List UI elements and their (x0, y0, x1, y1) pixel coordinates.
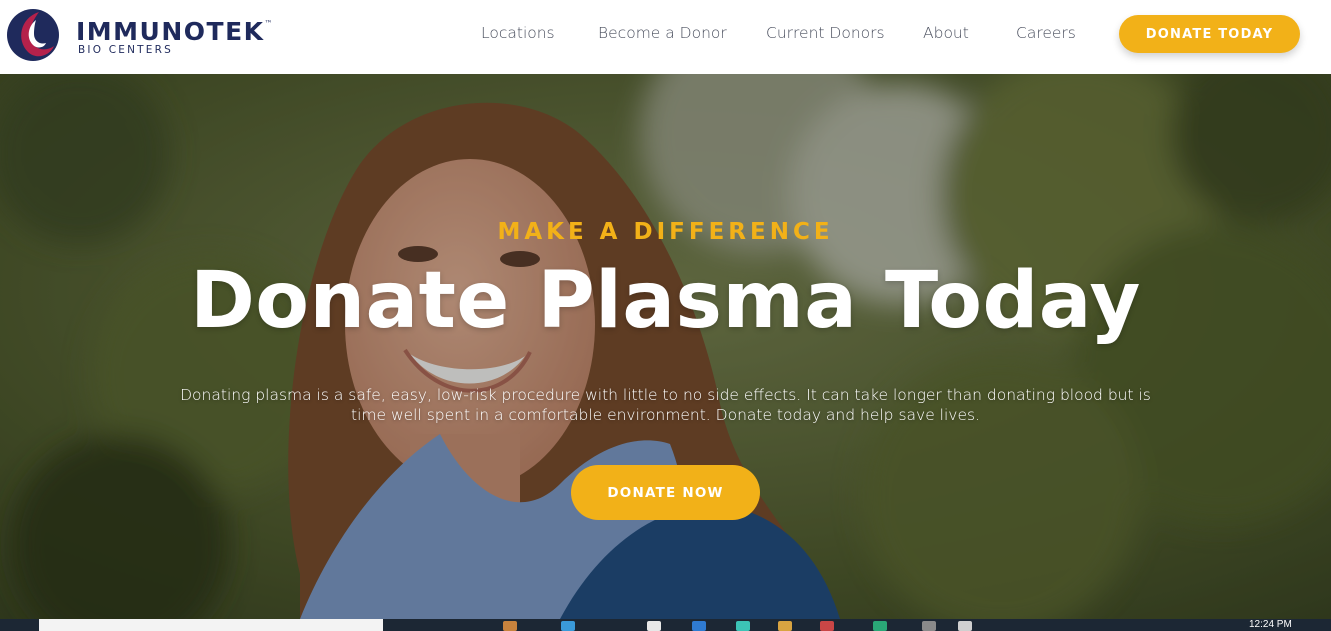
nav-item-current-donors[interactable]: Current Donors (766, 24, 885, 42)
taskbar-clock[interactable]: 12:24 PM (1249, 620, 1292, 630)
nav-item-about[interactable]: About (923, 24, 969, 42)
logo-mark-icon (7, 9, 59, 61)
os-taskbar: 12:24 PM (0, 619, 1331, 631)
taskbar-app-icon[interactable] (778, 621, 792, 631)
site-header: IMMUNOTEK™ BIO CENTERS Locations Become … (0, 0, 1331, 74)
brand-subtitle: BIO CENTERS (78, 44, 173, 56)
nav-item-careers[interactable]: Careers (1016, 24, 1076, 42)
nav-item-locations[interactable]: Locations (481, 24, 555, 42)
taskbar-search-box[interactable] (39, 619, 383, 631)
taskbar-app-icon[interactable] (692, 621, 706, 631)
trademark: ™ (264, 19, 275, 28)
taskbar-app-icon[interactable] (647, 621, 661, 631)
hero-section: MAKE A DIFFERENCE Donate Plasma Today Do… (0, 74, 1331, 619)
taskbar-app-icon[interactable] (958, 621, 972, 631)
hero-description: Donating plasma is a safe, easy, low-ris… (180, 386, 1151, 424)
taskbar-app-icon[interactable] (503, 621, 517, 631)
taskbar-app-icon[interactable] (736, 621, 750, 631)
taskbar-app-icon[interactable] (922, 621, 936, 631)
hero-eyebrow: MAKE A DIFFERENCE (497, 219, 834, 245)
hero-title: Donate Plasma Today (190, 256, 1141, 346)
hero-overlay (0, 74, 1331, 619)
donate-now-button[interactable]: DONATE NOW (571, 465, 760, 520)
taskbar-app-icon[interactable] (561, 621, 575, 631)
donate-today-button[interactable]: DONATE TODAY (1119, 15, 1300, 53)
taskbar-app-icon[interactable] (873, 621, 887, 631)
taskbar-app-icon[interactable] (820, 621, 834, 631)
immunotek-logo[interactable]: IMMUNOTEK™ BIO CENTERS (6, 8, 276, 62)
brand-name: IMMUNOTEK™ (76, 17, 275, 46)
nav-item-become-a-donor[interactable]: Become a Donor (598, 24, 727, 42)
